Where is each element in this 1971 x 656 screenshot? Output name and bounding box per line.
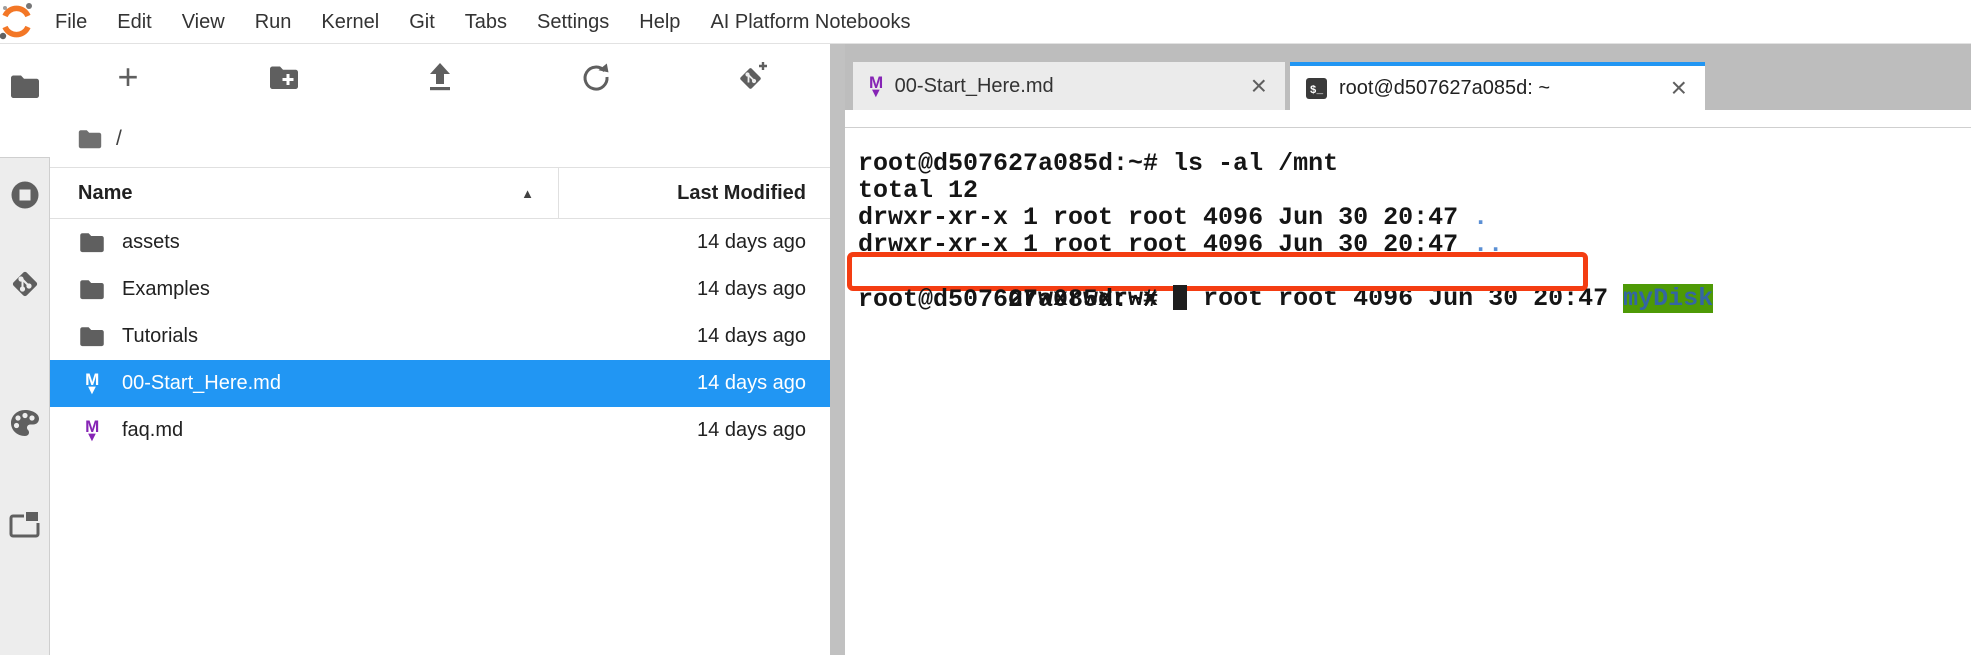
column-header-name[interactable]: Name ▲	[50, 168, 558, 218]
folder-icon[interactable]	[78, 129, 102, 149]
name-header-label: Name	[78, 182, 132, 205]
folder-icon	[79, 326, 105, 347]
close-icon[interactable]: ×	[1249, 72, 1269, 100]
panel-split-handle[interactable]	[830, 44, 845, 655]
file-modified: 14 days ago	[697, 231, 830, 254]
file-browser-panel: +	[50, 44, 830, 655]
folder-icon	[79, 232, 105, 253]
new-folder-icon	[269, 65, 299, 90]
menu-kernel[interactable]: Kernel	[306, 0, 394, 44]
jupyterlab-window: File Edit View Run Kernel Git Tabs Setti…	[0, 0, 1971, 656]
left-sidebar	[0, 44, 50, 655]
new-launcher-button[interactable]: +	[106, 55, 150, 99]
menu-ai-platform-notebooks[interactable]: AI Platform Notebooks	[695, 0, 925, 44]
close-icon[interactable]: ×	[1669, 74, 1689, 102]
directory-entry: .	[1473, 203, 1488, 232]
dock-panel: M▼ 00-Start_Here.md × $_ root@d507627a08…	[845, 44, 1971, 655]
sidebar-tab-open-tabs[interactable]	[0, 510, 49, 538]
tab-00-start-here-md[interactable]: M▼ 00-Start_Here.md ×	[853, 62, 1285, 110]
sort-ascending-icon: ▲	[521, 186, 534, 201]
upload-button[interactable]	[418, 55, 462, 99]
directory-entry: ..	[1473, 230, 1503, 259]
sidebar-tab-commands[interactable]	[0, 408, 49, 438]
file-name: assets	[122, 231, 697, 254]
menu-view[interactable]: View	[167, 0, 240, 44]
main-area: +	[0, 44, 1971, 655]
terminal-prompt-line: root@d507627a085d:~#	[858, 285, 1971, 312]
dock-content-divider	[845, 110, 1971, 128]
terminal-line: drwxr-xr-x 1 root root 4096 Jun 30 20:47…	[858, 204, 1971, 231]
menu-git[interactable]: Git	[394, 0, 450, 44]
terminal-icon: $_	[1306, 78, 1327, 99]
sidebar-strip	[0, 157, 50, 655]
jupyter-logo-icon	[0, 1, 34, 41]
file-list-header: Name ▲ Last Modified	[50, 167, 830, 219]
folder-icon	[10, 74, 40, 99]
tab-label: 00-Start_Here.md	[895, 75, 1054, 98]
file-row-tutorials[interactable]: Tutorials 14 days ago	[50, 313, 830, 360]
file-row-faq[interactable]: M▼ faq.md 14 days ago	[50, 407, 830, 454]
git-clone-icon	[735, 61, 769, 93]
file-name: faq.md	[122, 419, 697, 442]
file-modified: 14 days ago	[697, 419, 830, 442]
markdown-icon: M▼	[85, 371, 99, 396]
tab-terminal-root[interactable]: $_ root@d507627a085d: ~ ×	[1290, 62, 1705, 110]
dock-tab-bar: M▼ 00-Start_Here.md × $_ root@d507627a08…	[845, 44, 1971, 110]
menu-settings[interactable]: Settings	[522, 0, 624, 44]
menu-run[interactable]: Run	[240, 0, 307, 44]
menu-help[interactable]: Help	[624, 0, 695, 44]
new-folder-button[interactable]	[262, 55, 306, 99]
menu-file[interactable]: File	[40, 0, 102, 44]
breadcrumb: /	[50, 110, 830, 167]
sidebar-tab-git[interactable]	[0, 268, 49, 300]
file-name: Tutorials	[122, 325, 697, 348]
terminal-line: root@d507627a085d:~# ls -al /mnt	[858, 150, 1971, 177]
markdown-icon: M▼	[869, 74, 883, 99]
file-modified: 14 days ago	[697, 372, 830, 395]
sidebar-tab-running[interactable]	[0, 180, 49, 210]
file-name: Examples	[122, 278, 697, 301]
terminal-line-mydisk: drwxrwxrwx 2 root root 4096 Jun 30 20:47…	[858, 258, 1971, 285]
tab-label: root@d507627a085d: ~	[1339, 77, 1550, 100]
file-row-00-start-here[interactable]: M▼ 00-Start_Here.md 14 days ago	[50, 360, 830, 407]
last-modified-header-label: Last Modified	[677, 182, 806, 205]
file-name: 00-Start_Here.md	[122, 372, 697, 395]
file-modified: 14 days ago	[697, 278, 830, 301]
sidebar-tab-filebrowser[interactable]	[0, 44, 50, 157]
menu-edit[interactable]: Edit	[102, 0, 166, 44]
refresh-icon	[581, 62, 611, 92]
plus-icon: +	[117, 59, 138, 95]
menu-bar: File Edit View Run Kernel Git Tabs Setti…	[0, 0, 1971, 44]
git-clone-button[interactable]	[730, 55, 774, 99]
column-header-last-modified[interactable]: Last Modified	[558, 168, 830, 218]
refresh-button[interactable]	[574, 55, 618, 99]
file-browser-toolbar: +	[50, 44, 830, 110]
markdown-icon: M▼	[85, 418, 99, 443]
palette-icon	[9, 408, 41, 438]
running-sessions-icon	[10, 180, 40, 210]
file-row-assets[interactable]: assets 14 days ago	[50, 219, 830, 266]
terminal-cursor	[1173, 285, 1187, 310]
file-list: assets 14 days ago Examples 14 days ago …	[50, 219, 830, 454]
folder-icon	[79, 279, 105, 300]
breadcrumb-path[interactable]: /	[116, 127, 122, 151]
upload-icon	[426, 62, 454, 92]
open-tabs-icon	[9, 510, 41, 538]
menu-tabs[interactable]: Tabs	[450, 0, 522, 44]
terminal-line: drwxr-xr-x 1 root root 4096 Jun 30 20:47…	[858, 231, 1971, 258]
file-modified: 14 days ago	[697, 325, 830, 348]
file-row-examples[interactable]: Examples 14 days ago	[50, 266, 830, 313]
terminal-output[interactable]: root@d507627a085d:~# ls -al /mnt total 1…	[845, 128, 1971, 655]
git-icon	[9, 268, 41, 300]
terminal-line: total 12	[858, 177, 1971, 204]
